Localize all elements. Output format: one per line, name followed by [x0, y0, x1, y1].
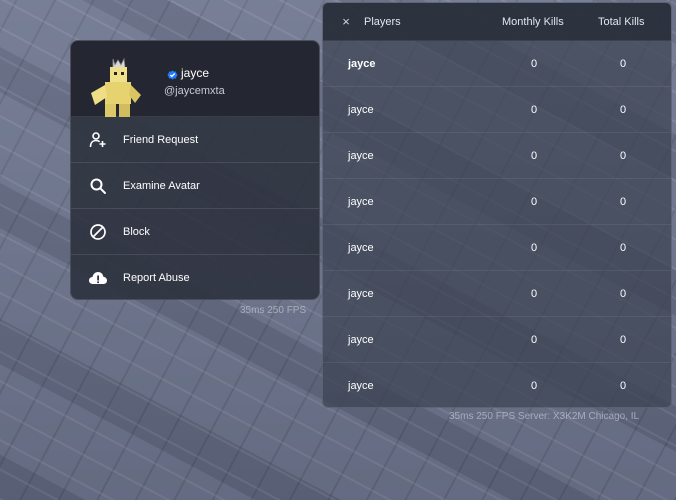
total-kills-value: 0: [620, 150, 627, 162]
player-row[interactable]: jayce 0 0: [323, 317, 671, 363]
avatar[interactable]: [85, 55, 149, 117]
players-column-header: Players: [364, 16, 401, 28]
search-icon: [88, 176, 108, 196]
player-row[interactable]: jayce 0 0: [323, 41, 671, 87]
friend-request-label: Friend Request: [123, 133, 199, 146]
total-kills-value: 0: [620, 104, 627, 116]
close-icon[interactable]: ×: [339, 15, 353, 29]
monthly-kills-value: 0: [531, 334, 538, 346]
monthly-kills-value: 0: [531, 58, 538, 70]
profile-header: jayce @jaycemxta: [71, 41, 319, 117]
player-name: jayce: [348, 196, 374, 208]
examine-avatar-button[interactable]: Examine Avatar: [71, 163, 319, 209]
player-name: jayce: [348, 288, 374, 300]
leaderboard-header: × Players Monthly Kills Total Kills: [323, 3, 671, 41]
monthly-kills-value: 0: [531, 380, 538, 392]
total-kills-column-header: Total Kills: [598, 16, 645, 28]
monthly-kills-column-header: Monthly Kills: [502, 16, 564, 28]
monthly-kills-value: 0: [531, 196, 538, 208]
verified-badge-icon: [167, 68, 178, 80]
player-row[interactable]: jayce 0 0: [323, 179, 671, 225]
add-friend-icon: [88, 130, 108, 150]
display-name: jayce: [181, 66, 210, 80]
player-name: jayce: [348, 334, 374, 346]
monthly-kills-value: 0: [531, 104, 538, 116]
performance-stats: 35ms 250 FPS: [240, 305, 307, 316]
player-name: jayce: [348, 104, 374, 116]
report-abuse-icon: [88, 268, 108, 288]
players-leaderboard: × Players Monthly Kills Total Kills jayc…: [322, 2, 672, 408]
total-kills-value: 0: [620, 288, 627, 300]
block-icon: [88, 222, 108, 242]
total-kills-value: 0: [620, 242, 627, 254]
total-kills-value: 0: [620, 196, 627, 208]
block-label: Block: [123, 225, 150, 238]
server-stats: 35ms 250 FPS Server: X3K2M Chicago, IL: [449, 411, 640, 422]
player-row[interactable]: jayce 0 0: [323, 133, 671, 179]
monthly-kills-value: 0: [531, 150, 538, 162]
friend-request-button[interactable]: Friend Request: [71, 117, 319, 163]
player-row[interactable]: jayce 0 0: [323, 271, 671, 317]
player-row[interactable]: jayce 0 0: [323, 87, 671, 133]
monthly-kills-value: 0: [531, 242, 538, 254]
player-name: jayce: [348, 58, 376, 70]
player-row[interactable]: jayce 0 0: [323, 225, 671, 271]
total-kills-value: 0: [620, 380, 627, 392]
report-abuse-label: Report Abuse: [123, 272, 190, 284]
total-kills-value: 0: [620, 58, 627, 70]
player-profile-card: jayce @jaycemxta Friend Request Examine …: [70, 40, 320, 300]
player-name: jayce: [348, 150, 374, 162]
monthly-kills-value: 0: [531, 288, 538, 300]
block-button[interactable]: Block: [71, 209, 319, 255]
player-row[interactable]: jayce 0 0: [323, 363, 671, 407]
examine-avatar-label: Examine Avatar: [123, 179, 200, 192]
player-name: jayce: [348, 380, 374, 392]
total-kills-value: 0: [620, 334, 627, 346]
report-abuse-button[interactable]: Report Abuse: [71, 255, 319, 299]
username: @jaycemxta: [164, 85, 225, 97]
player-name: jayce: [348, 242, 374, 254]
display-name-row: jayce: [167, 66, 209, 80]
